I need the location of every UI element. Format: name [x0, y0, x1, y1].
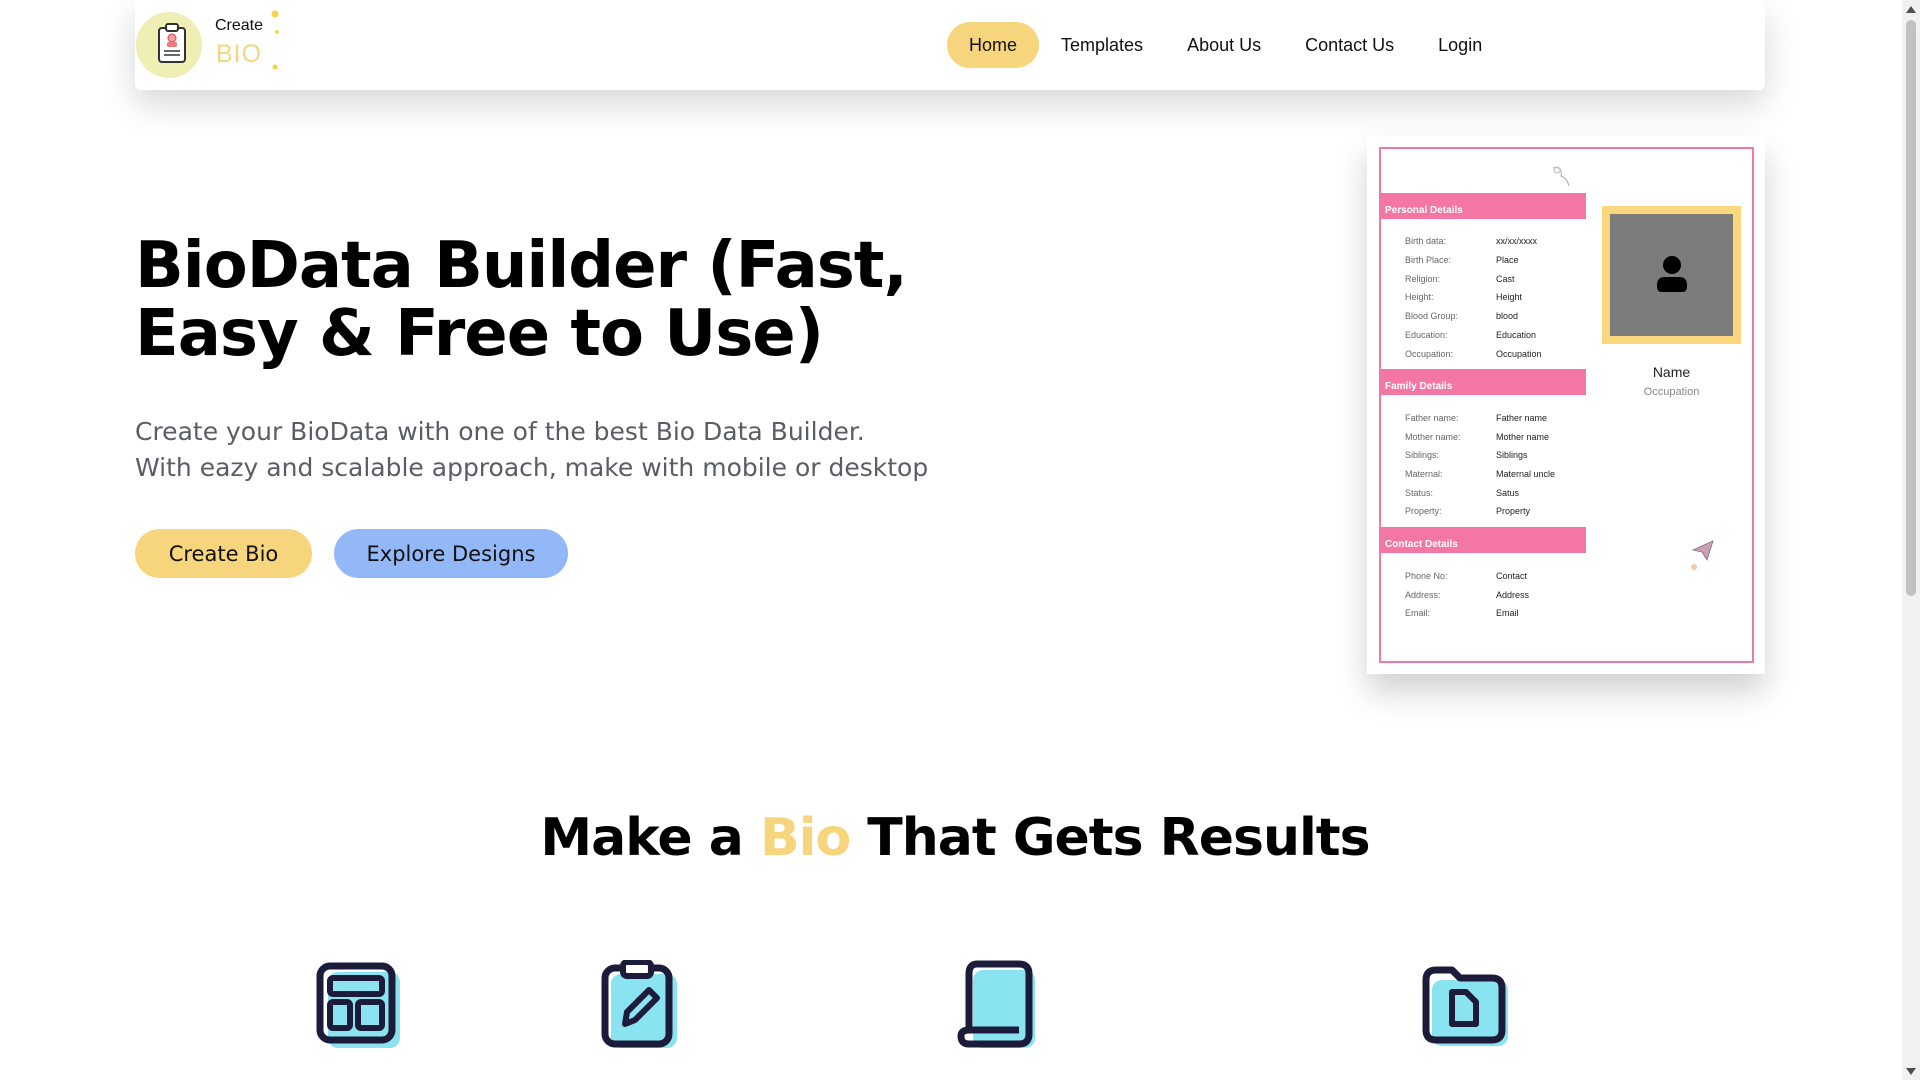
hero-subtitle: Create your BioData with one of the best… — [135, 414, 955, 486]
detail-value: Height — [1496, 292, 1523, 302]
detail-key: Religion: — [1405, 274, 1441, 284]
detail-value: Address — [1496, 590, 1530, 600]
hero-subtitle-line-2: With eazy and scalable approach, make wi… — [135, 453, 929, 482]
detail-value: Education — [1496, 330, 1537, 340]
biodata-preview-card[interactable]: Personal Details Birth data: xx/xx/xxxx B… — [1367, 136, 1765, 674]
sparkle-icon — [275, 30, 279, 34]
hero-subtitle-line-1: Create your BioData with one of the best… — [135, 417, 865, 446]
detail-key: Birth data: — [1405, 236, 1447, 246]
detail-value: Place — [1496, 255, 1519, 265]
sparkle-icon — [1691, 564, 1697, 570]
detail-key: Height: — [1405, 292, 1434, 302]
detail-key: Mother name: — [1405, 432, 1461, 442]
nav-home[interactable]: Home — [947, 22, 1040, 68]
detail-key: Occupation: — [1405, 349, 1454, 359]
results-heading: Make a Bio That Gets Results — [0, 808, 1910, 868]
hero-title-line-1: BioData Builder (Fast, — [135, 229, 908, 303]
family-details-header: Family Details — [1379, 369, 1586, 395]
results-heading-post: That Gets Results — [850, 808, 1370, 868]
detail-key: Email: — [1405, 608, 1431, 618]
detail-key: Father name: — [1405, 413, 1459, 423]
detail-key: Phone No: — [1405, 571, 1448, 581]
detail-value: Mother name — [1496, 432, 1550, 442]
detail-value: Siblings — [1496, 450, 1528, 460]
page-scrollbar[interactable] — [1902, 0, 1920, 1080]
floral-doodle-icon — [1552, 166, 1570, 187]
detail-value: Satus — [1496, 488, 1520, 498]
profile-photo — [1610, 214, 1733, 336]
profile-name: Name — [1652, 364, 1691, 380]
detail-key: Birth Place: — [1405, 255, 1452, 265]
detail-key: Siblings: — [1405, 450, 1440, 460]
results-heading-highlight: Bio — [759, 808, 851, 868]
clipboard-edit-icon — [601, 960, 677, 1048]
hero-title-line-2: Easy & Free to Use) — [135, 297, 824, 371]
layout-icon — [316, 962, 400, 1048]
profile-occupation: Occupation — [1643, 386, 1700, 398]
folder-file-icon — [1422, 966, 1508, 1046]
nav-contact-us[interactable]: Contact Us — [1283, 22, 1416, 68]
nav-templates[interactable]: Templates — [1039, 22, 1165, 68]
detail-value: Property — [1496, 506, 1531, 516]
detail-value: Cast — [1496, 274, 1515, 284]
person-silhouette-icon — [1657, 256, 1687, 292]
detail-key: Maternal: — [1405, 469, 1443, 479]
detail-value: xx/xx/xxxx — [1496, 236, 1538, 246]
paper-plane-icon — [1691, 540, 1714, 561]
logo-bio-text: BIO — [216, 40, 263, 68]
detail-value: Father name — [1496, 413, 1548, 423]
nav-login[interactable]: Login — [1416, 22, 1504, 68]
detail-key: Address: — [1405, 590, 1441, 600]
scroll-up-arrow-icon[interactable] — [1906, 6, 1916, 13]
detail-key: Property: — [1405, 506, 1442, 516]
hero-title: BioData Builder (Fast, Easy & Free to Us… — [135, 232, 955, 368]
profile-photo-frame — [1602, 206, 1741, 344]
detail-key: Blood Group: — [1405, 311, 1459, 321]
logo-create-text: Create — [215, 17, 264, 34]
detail-value: Contact — [1496, 571, 1528, 581]
sparkle-icon — [271, 10, 279, 18]
detail-key: Education: — [1405, 330, 1448, 340]
detail-value: Email — [1496, 608, 1519, 618]
sparkle-icon — [272, 64, 278, 70]
scroll-down-arrow-icon[interactable] — [1906, 1068, 1916, 1075]
detail-value: Occupation — [1496, 349, 1542, 359]
nav-links: Home Templates About Us Contact Us Login — [947, 22, 1504, 68]
detail-value: blood — [1496, 311, 1519, 321]
personal-details-header: Personal Details — [1379, 193, 1586, 219]
scroll-document-icon — [957, 960, 1035, 1048]
scroll-thumb[interactable] — [1906, 20, 1916, 596]
nav-about-us[interactable]: About Us — [1165, 22, 1283, 68]
detail-key: Status: — [1405, 488, 1434, 498]
explore-designs-button[interactable]: Explore Designs — [334, 529, 568, 578]
contact-details-header: Contact Details — [1379, 527, 1586, 553]
results-heading-pre: Make a — [540, 808, 760, 868]
resume-document-icon — [158, 23, 186, 63]
create-bio-button[interactable]: Create Bio — [135, 529, 312, 578]
detail-value: Maternal uncle — [1496, 469, 1556, 479]
